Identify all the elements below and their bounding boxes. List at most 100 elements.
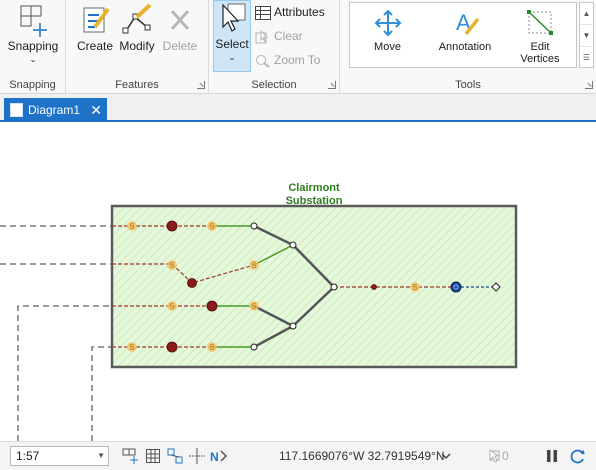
grid-icon[interactable] <box>145 448 161 464</box>
delete-button[interactable]: Delete <box>160 3 200 53</box>
annotation-tool[interactable]: A Annotation <box>430 8 500 53</box>
switch-icon[interactable]: S <box>207 342 217 352</box>
clear-selection-icon <box>255 29 269 44</box>
map-scale-selector[interactable]: 1:57 ▼ <box>10 446 109 466</box>
modify-button-label: Modify <box>119 39 155 53</box>
breaker-icon[interactable] <box>206 300 218 312</box>
edit-vertices-tool[interactable]: Edit Vertices <box>512 8 568 65</box>
refresh-icon[interactable] <box>570 448 586 464</box>
snapping-button[interactable]: Snapping ⌄ <box>3 3 63 66</box>
snapping-button-label: Snapping <box>7 39 59 53</box>
chevron-down-icon[interactable]: ⌄ <box>214 51 250 64</box>
selection-dialog-launcher-icon[interactable] <box>328 81 336 89</box>
snapping-group: Snapping ⌄ Snapping <box>0 0 66 94</box>
breaker-icon[interactable] <box>371 284 377 290</box>
svg-text:S: S <box>129 343 135 352</box>
snapping-icon <box>20 5 47 37</box>
svg-text:N: N <box>210 450 219 464</box>
switch-icon[interactable]: S <box>410 282 420 292</box>
selection-count-icon[interactable] <box>487 448 501 464</box>
select-button[interactable]: Select ⌄ <box>213 0 251 72</box>
coordinates-readout: 117.1669076°W 32.7919549°N <box>279 449 445 463</box>
attributes-table-icon <box>255 5 271 20</box>
selected-feature-count: 0 <box>502 449 509 463</box>
scroll-up-icon[interactable]: ▲ <box>580 3 593 25</box>
tools-gallery-scroller[interactable]: ▲ ▼ ☰ <box>579 2 594 68</box>
svg-text:S: S <box>209 343 215 352</box>
tab-diagram1-label: Diagram1 <box>28 103 81 117</box>
move-tool[interactable]: Move <box>360 8 415 53</box>
create-button[interactable]: Create <box>76 3 114 53</box>
delete-button-label: Delete <box>162 39 198 53</box>
scroll-down-icon[interactable]: ▼ <box>580 25 593 47</box>
edit-vertices-icon <box>527 10 553 35</box>
junction-icon[interactable] <box>250 343 258 351</box>
diagram-map-view[interactable]: Clairmont Substation S S S S S S S S S <box>0 122 596 441</box>
breaker-icon[interactable] <box>166 341 178 353</box>
junction-icon[interactable] <box>250 222 258 230</box>
breaker-icon[interactable] <box>187 278 197 288</box>
svg-text:S: S <box>251 261 257 270</box>
substation-label-line2: Substation <box>286 195 343 207</box>
selection-group: Select ⌄ Attributes Clear Zoom To Select… <box>209 0 340 94</box>
move-arrows-icon <box>374 9 401 37</box>
create-features-icon <box>83 7 110 33</box>
transformer-icon[interactable] <box>450 281 462 293</box>
switch-icon[interactable]: S <box>127 342 137 352</box>
ribbon: Snapping ⌄ Snapping Create Modify Delete… <box>0 0 596 94</box>
junction-icon[interactable] <box>289 322 297 330</box>
move-tool-label: Move <box>374 41 401 53</box>
tools-gallery: Move A Annotation Edit Vertices <box>349 2 577 68</box>
pause-icon[interactable] <box>545 448 559 464</box>
coordinates-dropdown-icon[interactable] <box>440 450 452 462</box>
junction-icon[interactable] <box>330 283 338 291</box>
map-scale-value: 1:57 <box>16 449 40 463</box>
switch-icon[interactable]: S <box>167 260 177 270</box>
snapping-group-label: Snapping <box>9 79 56 91</box>
constraints-icon[interactable] <box>167 448 183 464</box>
switch-icon[interactable]: S <box>167 301 177 311</box>
dynamic-constraints-icon[interactable] <box>189 448 205 464</box>
clear-button-label: Clear <box>274 29 303 43</box>
annotation-icon: A <box>456 10 480 36</box>
switch-icon[interactable]: S <box>127 221 137 231</box>
tools-dialog-launcher-icon[interactable] <box>585 81 593 89</box>
gallery-expand-icon[interactable]: ☰ <box>580 47 593 69</box>
diagram-canvas[interactable]: Clairmont Substation S S S S S S S S S <box>0 122 596 441</box>
create-button-label: Create <box>76 39 114 53</box>
switch-icon[interactable]: S <box>207 221 217 231</box>
svg-text:S: S <box>129 222 135 231</box>
tab-diagram1[interactable]: Diagram1 ✕ <box>4 98 107 122</box>
clear-button[interactable]: Clear <box>255 27 303 47</box>
close-icon[interactable]: ✕ <box>90 98 102 122</box>
features-group: Create Modify Delete Features <box>66 0 209 94</box>
view-tabbar: Diagram1 ✕ <box>0 94 596 122</box>
zoom-to-button[interactable]: Zoom To <box>255 51 320 71</box>
switch-icon[interactable]: S <box>249 260 259 270</box>
junction-icon[interactable] <box>289 241 297 249</box>
chevron-down-icon[interactable]: ⌄ <box>3 53 63 66</box>
snap-icon[interactable] <box>122 448 138 464</box>
svg-text:S: S <box>169 261 175 270</box>
modify-features-icon <box>122 3 152 34</box>
svg-text:S: S <box>209 222 215 231</box>
north-arrow-icon[interactable]: N <box>210 448 228 464</box>
tools-group-label: Tools <box>455 79 481 91</box>
select-arrow-icon <box>222 3 246 32</box>
attributes-button[interactable]: Attributes <box>255 3 325 23</box>
breaker-icon[interactable] <box>166 220 178 232</box>
modify-button[interactable]: Modify <box>116 3 158 53</box>
switch-icon[interactable]: S <box>249 301 259 311</box>
zoom-to-selection-icon <box>256 54 270 68</box>
diagram-view-icon <box>10 103 23 117</box>
svg-text:S: S <box>169 302 175 311</box>
chevron-down-icon[interactable]: ▼ <box>97 447 105 465</box>
svg-text:S: S <box>412 283 418 292</box>
features-dialog-launcher-icon[interactable] <box>197 81 205 89</box>
select-button-label: Select <box>215 37 249 51</box>
edit-vertices-label-line1: Edit <box>530 41 550 53</box>
edit-vertices-label-line2: Vertices <box>520 53 560 65</box>
external-feeder-lines <box>0 225 112 441</box>
selection-group-label: Selection <box>251 79 297 91</box>
status-bar: 1:57 ▼ N 117.1669076°W 32.7919549°N 0 <box>0 441 596 470</box>
